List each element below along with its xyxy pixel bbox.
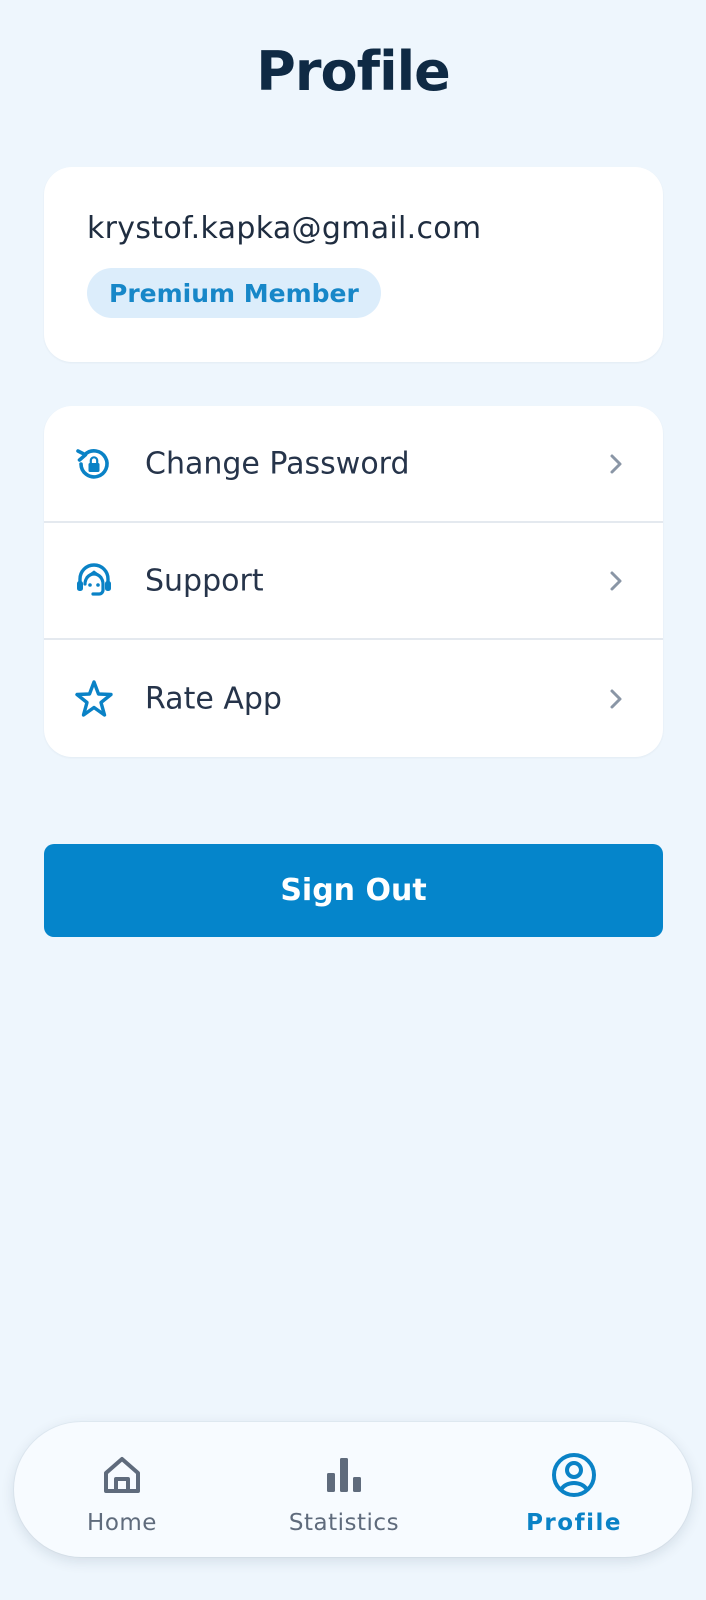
profile-screen: Profile krystof.kapka@gmail.com Premium … <box>0 0 706 1600</box>
lock-reset-icon <box>72 442 116 486</box>
menu-item-support[interactable]: Support <box>44 523 663 640</box>
tab-label: Home <box>87 1510 157 1536</box>
home-icon <box>97 1450 147 1500</box>
menu-item-label: Support <box>145 563 264 598</box>
account-email: krystof.kapka@gmail.com <box>87 211 482 246</box>
menu-item-change-password[interactable]: Change Password <box>44 406 663 523</box>
tab-statistics[interactable]: Statistics <box>244 1422 444 1557</box>
profile-icon <box>549 1450 599 1500</box>
menu-item-label: Change Password <box>145 446 410 481</box>
chevron-right-icon <box>603 451 629 477</box>
star-icon <box>72 677 116 721</box>
headset-support-icon <box>72 559 116 603</box>
bottom-tab-bar: Home Statistics Profile <box>14 1422 692 1557</box>
membership-badge: Premium Member <box>87 268 381 318</box>
bar-chart-icon <box>319 1450 369 1500</box>
chevron-right-icon <box>603 686 629 712</box>
chevron-right-icon <box>603 568 629 594</box>
menu-item-rate-app[interactable]: Rate App <box>44 640 663 757</box>
settings-menu: Change Password Support Rate App <box>44 406 663 757</box>
tab-label: Statistics <box>288 1510 400 1536</box>
sign-out-button[interactable]: Sign Out <box>44 844 663 937</box>
tab-profile[interactable]: Profile <box>474 1422 674 1557</box>
account-card: krystof.kapka@gmail.com Premium Member <box>44 167 663 362</box>
page-title: Profile <box>256 40 450 103</box>
tab-label: Profile <box>526 1510 622 1536</box>
menu-item-label: Rate App <box>145 681 282 716</box>
tab-home[interactable]: Home <box>22 1422 222 1557</box>
